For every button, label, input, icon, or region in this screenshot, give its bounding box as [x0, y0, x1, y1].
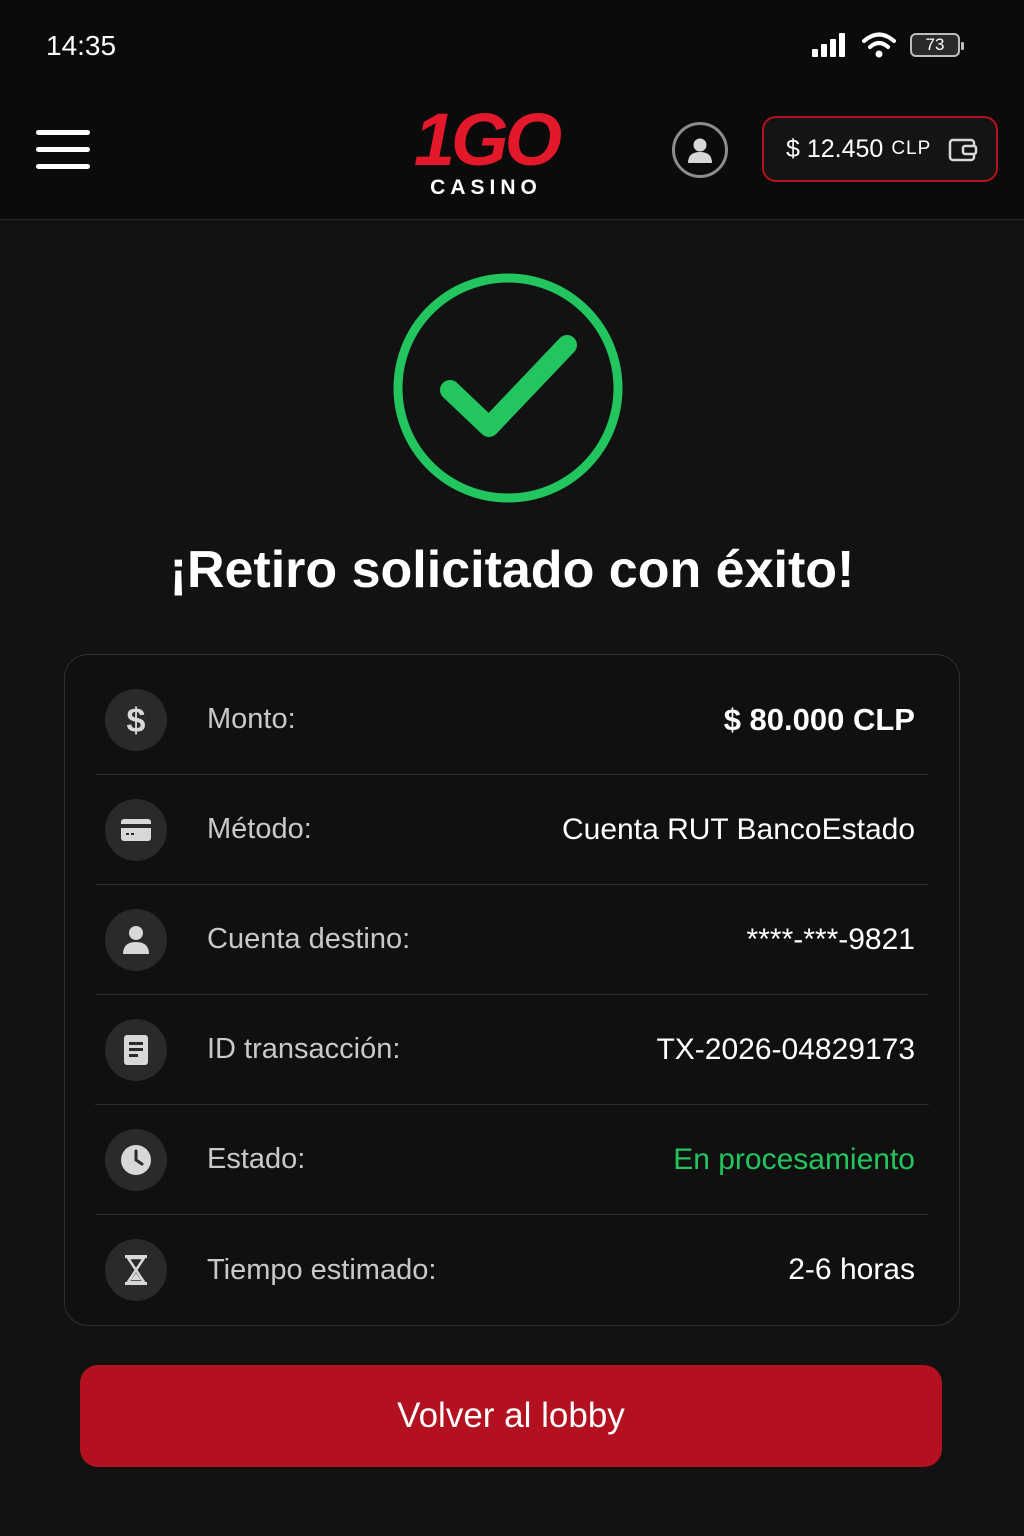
status-bar: 14:35 73 — [0, 0, 1024, 96]
detail-row-method: Método: Cuenta RUT BancoEstado — [95, 775, 929, 885]
app-header: 1GO CASINO $ 12.450 CLP — [0, 96, 1024, 220]
battery-icon: 73 — [910, 33, 964, 57]
hourglass-icon — [105, 1239, 167, 1301]
balance-button[interactable]: $ 12.450 CLP — [762, 116, 998, 182]
menu-button[interactable] — [36, 130, 90, 172]
logo-main: 1GO — [413, 98, 562, 181]
clock-icon — [105, 1128, 167, 1191]
svg-text:$: $ — [127, 702, 146, 738]
user-icon — [105, 908, 167, 971]
casino-logo[interactable]: 1GO CASINO — [396, 100, 576, 200]
wifi-icon — [862, 32, 896, 58]
balance-currency: CLP — [891, 138, 932, 159]
detail-label: ID transacción: — [207, 1033, 401, 1065]
detail-value-transaction-id: TX-2026-04829173 — [656, 1032, 915, 1066]
document-icon — [105, 1018, 167, 1081]
card-icon — [105, 798, 167, 861]
status-badge: En procesamiento — [673, 1142, 915, 1176]
withdrawal-details-card: $ Monto: $ 80.000 CLP Método: Cuenta RUT… — [64, 654, 960, 1326]
success-check-icon — [393, 273, 623, 503]
status-icons: 73 — [812, 32, 964, 58]
detail-row-transaction-id: ID transacción: TX-2026-04829173 — [95, 995, 929, 1105]
detail-value-method: Cuenta RUT BancoEstado — [562, 812, 915, 846]
hamburger-icon — [36, 130, 90, 135]
detail-label: Estado: — [207, 1143, 306, 1175]
dollar-icon: $ — [105, 688, 167, 751]
detail-value-estimated-time: 2-6 horas — [788, 1253, 915, 1286]
back-to-lobby-button[interactable]: Volver al lobby — [80, 1365, 942, 1467]
withdrawal-success-screen: 14:35 73 1GO CASINO $ 12.450 CLP ¡Retiro… — [0, 0, 1024, 1536]
detail-value-destination: ****-***-9821 — [746, 922, 915, 956]
detail-label: Monto: — [207, 703, 296, 735]
user-icon — [688, 138, 712, 163]
signal-icon — [812, 33, 845, 57]
detail-label: Tiempo estimado: — [207, 1253, 437, 1286]
balance-amount: $ 12.450 — [786, 134, 884, 163]
profile-button[interactable] — [672, 122, 728, 178]
detail-row-destination: Cuenta destino: ****-***-9821 — [95, 885, 929, 995]
detail-value-amount: $ 80.000 CLP — [723, 701, 915, 737]
detail-row-amount: $ Monto: $ 80.000 CLP — [95, 665, 929, 775]
detail-label: Cuenta destino: — [207, 923, 411, 955]
detail-row-status: Estado: En procesamiento — [95, 1105, 929, 1215]
status-time: 14:35 — [46, 30, 117, 61]
success-title: ¡Retiro solicitado con éxito! — [169, 541, 855, 599]
wallet-icon — [948, 138, 978, 162]
detail-label: Método: — [207, 813, 312, 845]
battery-level: 73 — [925, 35, 945, 54]
detail-row-estimated-time: Tiempo estimado: 2-6 horas — [95, 1215, 929, 1325]
